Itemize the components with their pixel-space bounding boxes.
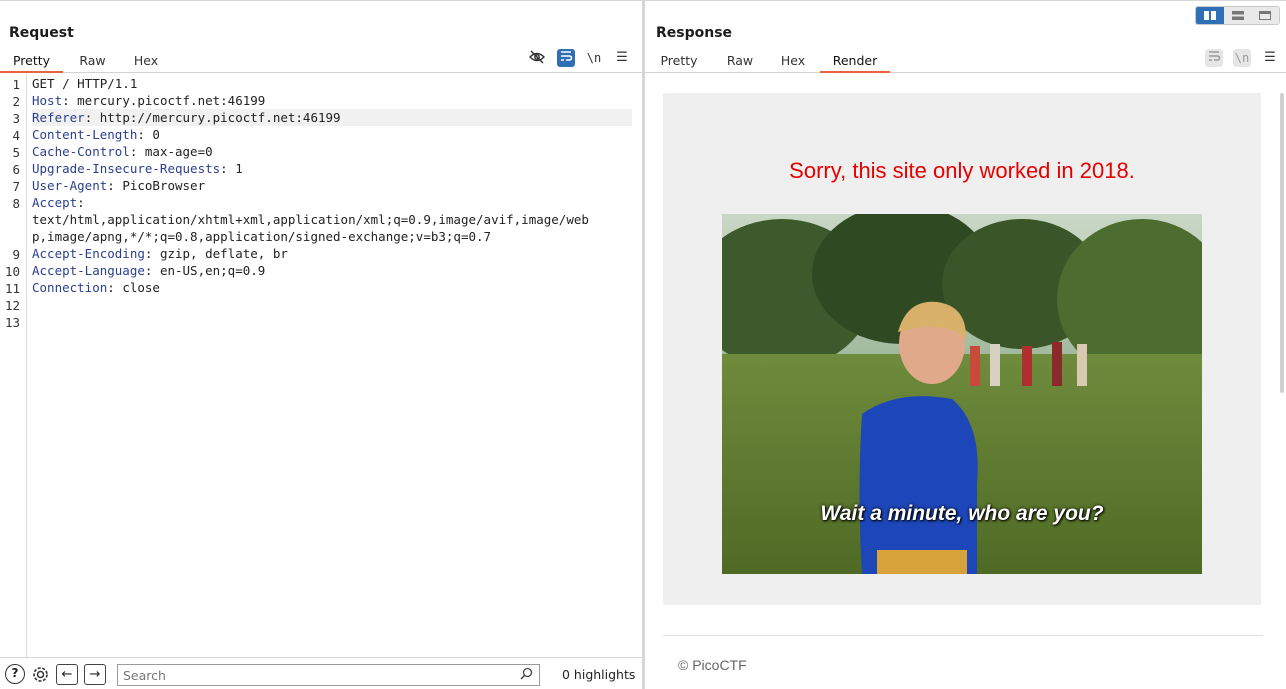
footer-divider bbox=[663, 635, 1263, 636]
wrap-icon[interactable] bbox=[557, 49, 575, 67]
code-line[interactable]: text/html,application/xhtml+xml,applicat… bbox=[32, 211, 632, 228]
help-button[interactable]: ? bbox=[5, 664, 25, 684]
header-value: : 1 bbox=[220, 161, 243, 176]
render-preview: Sorry, this site only worked in 2018. Wa… bbox=[663, 93, 1261, 605]
header-value: text/html,application/xhtml+xml,applicat… bbox=[32, 212, 589, 227]
response-title: Response bbox=[656, 25, 733, 41]
request-pane: Request Pretty Raw Hex \n ☰ 1 2 3 4 5 6 7 8 9 10 1… bbox=[0, 0, 643, 689]
line-number: 6 bbox=[12, 162, 20, 177]
bottom-bar: ? ← → 0 highlights bbox=[0, 657, 643, 689]
code-line[interactable]: Accept: bbox=[32, 194, 632, 211]
line-number: 4 bbox=[12, 128, 20, 143]
tab-pretty[interactable]: Pretty bbox=[650, 52, 708, 73]
render-message: Sorry, this site only worked in 2018. bbox=[789, 158, 1135, 183]
burp-repeater-view: Request Pretty Raw Hex \n ☰ 1 2 3 4 5 6 7 8 9 10 1… bbox=[0, 0, 1286, 689]
response-pane: Response Pretty Raw Hex Render \n ☰ Sorr… bbox=[645, 0, 1286, 689]
gif-caption: Wait a minute, who are you? bbox=[820, 502, 1104, 525]
forward-button[interactable]: → bbox=[84, 664, 106, 685]
line-number bbox=[0, 229, 20, 246]
request-title: Request bbox=[9, 25, 74, 41]
line-number: 5 bbox=[12, 145, 20, 160]
header-name: Accept-Language bbox=[32, 263, 145, 278]
search-input[interactable] bbox=[123, 667, 513, 683]
header-name: Referer bbox=[32, 110, 85, 125]
header-value: : en-US,en;q=0.9 bbox=[144, 263, 266, 278]
line-number: 7 bbox=[12, 179, 20, 194]
tab-render[interactable]: Render bbox=[820, 52, 890, 73]
code-line[interactable]: Connection: close bbox=[32, 279, 632, 296]
header-value: : close bbox=[107, 280, 160, 295]
header-name: Content-Length bbox=[32, 127, 138, 142]
tab-pretty[interactable]: Pretty bbox=[0, 52, 63, 73]
header-name: Upgrade-Insecure-Requests bbox=[32, 161, 221, 176]
gif-image: Wait a minute, who are you? bbox=[722, 214, 1202, 574]
header-name: Cache-Control bbox=[32, 144, 130, 159]
render-scrollbar[interactable] bbox=[1280, 93, 1284, 393]
line-number: 10 bbox=[4, 264, 20, 279]
layout-toggle bbox=[1195, 6, 1280, 25]
split-vertical-icon[interactable] bbox=[1223, 7, 1252, 24]
render-footer: © PicoCTF bbox=[678, 657, 747, 673]
code-line[interactable] bbox=[32, 296, 632, 313]
split-horizontal-icon[interactable] bbox=[1196, 7, 1224, 24]
tab-raw[interactable]: Raw bbox=[718, 52, 762, 73]
line-number: 3 bbox=[12, 111, 20, 126]
line-number: 1 bbox=[12, 77, 20, 92]
header-value: : PicoBrowser bbox=[107, 178, 206, 193]
menu-icon[interactable]: ☰ bbox=[1261, 49, 1279, 67]
menu-icon[interactable]: ☰ bbox=[613, 49, 631, 67]
tab-hex[interactable]: Hex bbox=[773, 52, 813, 73]
header-value: : bbox=[77, 195, 85, 210]
code-line[interactable]: Referer: http://mercury.picoctf.net:4619… bbox=[32, 109, 632, 126]
code-line[interactable]: Content-Length: 0 bbox=[32, 126, 632, 143]
line-number: 12 bbox=[4, 298, 20, 313]
request-tabs: Pretty Raw Hex bbox=[0, 51, 643, 73]
newline-toggle[interactable]: \n bbox=[1233, 49, 1251, 67]
code-line[interactable]: GET / HTTP/1.1 bbox=[32, 75, 632, 92]
header-name: Connection bbox=[32, 280, 108, 295]
code-line[interactable]: User-Agent: PicoBrowser bbox=[32, 177, 632, 194]
tab-raw[interactable]: Raw bbox=[70, 52, 115, 73]
search-icon[interactable] bbox=[520, 667, 533, 684]
search-box bbox=[117, 664, 540, 686]
eye-off-icon[interactable] bbox=[528, 49, 546, 67]
header-value: : http://mercury.picoctf.net:46199 bbox=[84, 110, 341, 125]
header-name: Accept bbox=[32, 195, 78, 210]
line-number: 13 bbox=[4, 315, 20, 330]
code-line[interactable] bbox=[32, 313, 632, 330]
newline-toggle[interactable]: \n bbox=[585, 49, 603, 67]
code-line[interactable]: Host: mercury.picoctf.net:46199 bbox=[32, 92, 632, 109]
line-number: 9 bbox=[12, 247, 20, 262]
request-editor[interactable]: GET / HTTP/1.1 Host: mercury.picoctf.net:… bbox=[32, 75, 632, 330]
header-value: : max-age=0 bbox=[129, 144, 213, 159]
highlights-count: 0 highlights bbox=[562, 667, 636, 682]
header-name: User-Agent bbox=[32, 178, 108, 193]
header-value: : 0 bbox=[137, 127, 160, 142]
line-number: 8 bbox=[12, 196, 20, 211]
code-line[interactable]: Accept-Encoding: gzip, deflate, br bbox=[32, 245, 632, 262]
line-number: 11 bbox=[4, 281, 20, 296]
line-number bbox=[0, 212, 20, 229]
header-value: GET / HTTP/1.1 bbox=[32, 76, 138, 91]
response-tabs: Pretty Raw Hex Render bbox=[645, 51, 1286, 73]
code-line[interactable]: Cache-Control: max-age=0 bbox=[32, 143, 632, 160]
code-line[interactable]: p,image/apng,*/*;q=0.8,application/signe… bbox=[32, 228, 632, 245]
header-value: : mercury.picoctf.net:46199 bbox=[62, 93, 266, 108]
gear-icon[interactable] bbox=[30, 664, 51, 685]
line-number: 2 bbox=[12, 94, 20, 109]
tabs-icon[interactable] bbox=[1251, 7, 1279, 24]
code-line[interactable]: Accept-Language: en-US,en;q=0.9 bbox=[32, 262, 632, 279]
tab-hex[interactable]: Hex bbox=[125, 52, 167, 73]
wrap-icon[interactable] bbox=[1205, 49, 1223, 67]
header-name: Accept-Encoding bbox=[32, 246, 145, 261]
header-value: p,image/apng,*/*;q=0.8,application/signe… bbox=[32, 229, 492, 244]
line-number-gutter: 1 2 3 4 5 6 7 8 9 10 11 12 13 bbox=[0, 74, 27, 657]
code-line[interactable]: Upgrade-Insecure-Requests: 1 bbox=[32, 160, 632, 177]
header-name: Host bbox=[32, 93, 63, 108]
header-value: : gzip, deflate, br bbox=[144, 246, 288, 261]
back-button[interactable]: ← bbox=[56, 664, 78, 685]
